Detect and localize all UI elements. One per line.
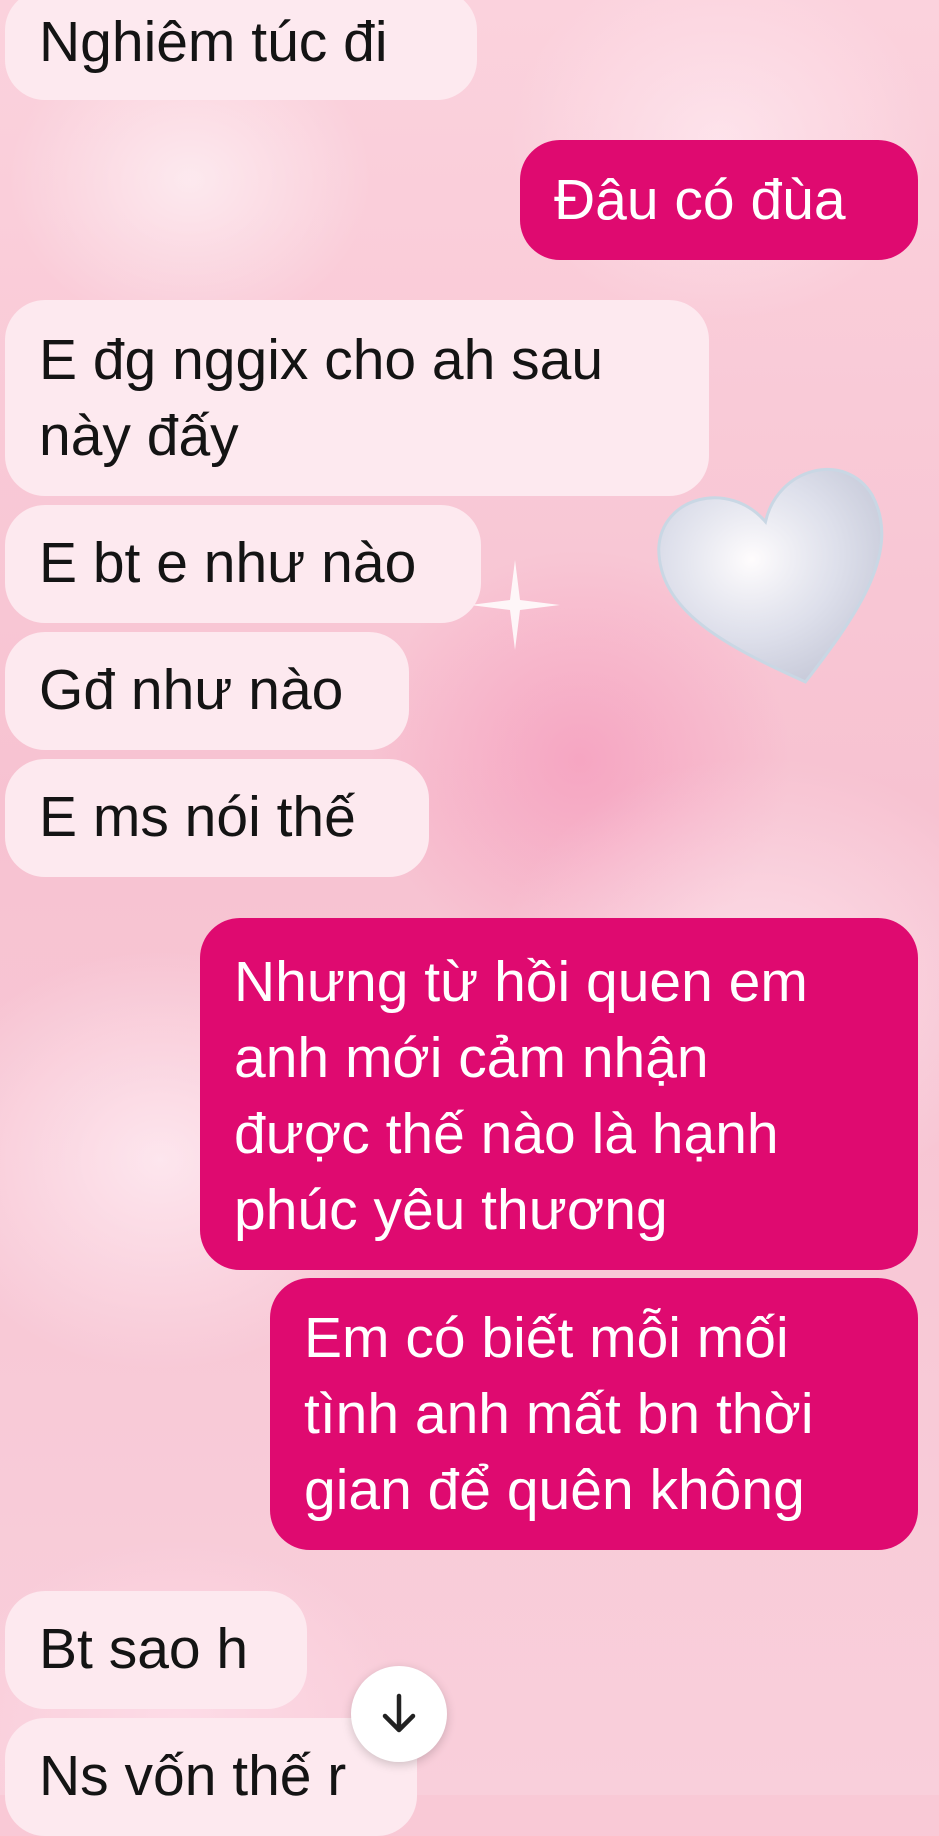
- message-bubble-outgoing[interactable]: Nhưng từ hồi quen em anh mới cảm nhận đư…: [200, 918, 918, 1270]
- arrow-down-icon: [382, 1693, 416, 1733]
- message-text: Em có biết mỗi mối: [304, 1306, 789, 1370]
- message-bubble-incoming[interactable]: Bt sao h: [5, 1591, 307, 1709]
- message-text: gian để quên không: [304, 1458, 805, 1522]
- message-bubble-outgoing[interactable]: Đâu có đùa: [520, 140, 918, 260]
- message-text: phúc yêu thương: [234, 1178, 668, 1242]
- scroll-to-bottom-button[interactable]: [351, 1666, 447, 1762]
- message-text: E bt e như nào: [39, 531, 417, 595]
- message-bubble-outgoing[interactable]: Em có biết mỗi mối tình anh mất bn thời …: [270, 1278, 918, 1550]
- message-text: Bt sao h: [39, 1617, 249, 1681]
- message-bubble-incoming[interactable]: E bt e như nào: [5, 505, 481, 623]
- message-bubble-incoming[interactable]: E đg nggix cho ah sau này đấy: [5, 300, 709, 496]
- message-text: E đg nggix cho ah sau: [39, 328, 604, 392]
- message-bubble-incoming[interactable]: Nghiêm túc đi: [5, 0, 477, 100]
- message-text: Ns vốn thế r: [39, 1744, 347, 1808]
- message-text: Đâu có đùa: [554, 168, 846, 232]
- message-text: được thế nào là hạnh: [234, 1102, 779, 1166]
- message-bubble-incoming[interactable]: Gđ như nào: [5, 632, 409, 750]
- message-text: Nghiêm túc đi: [39, 10, 388, 74]
- message-text: này đấy: [39, 404, 239, 468]
- message-text: anh mới cảm nhận: [234, 1026, 709, 1090]
- message-text: Nhưng từ hồi quen em: [234, 950, 808, 1014]
- message-text: Gđ như nào: [39, 658, 344, 722]
- message-text: E ms nói thế: [39, 785, 356, 849]
- message-text: tình anh mất bn thời: [304, 1382, 814, 1446]
- message-bubble-incoming[interactable]: E ms nói thế: [5, 759, 429, 877]
- message-list[interactable]: Nghiêm túc đi Đâu có đùa E đg nggix cho …: [0, 0, 939, 1836]
